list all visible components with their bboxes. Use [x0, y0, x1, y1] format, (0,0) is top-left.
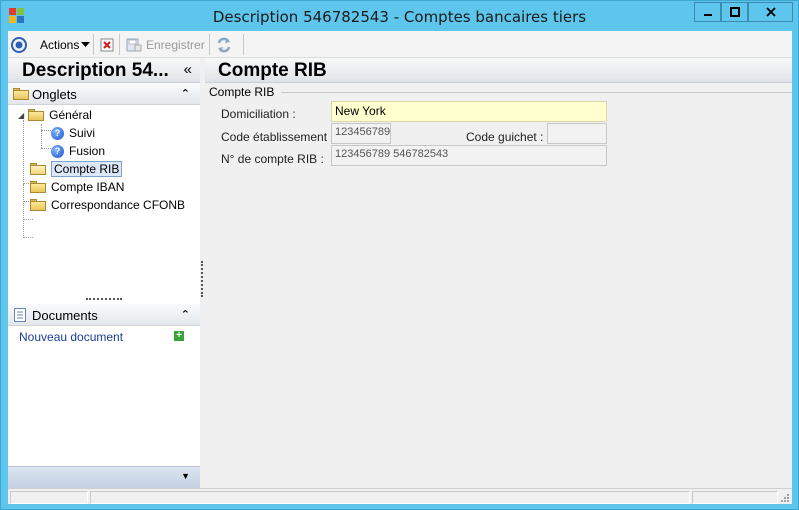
left-panel-header: Description 54... « [8, 58, 200, 83]
resize-grip-icon[interactable] [780, 493, 790, 503]
group-box-label: Compte RIB [209, 85, 275, 99]
navigation-button[interactable] [11, 35, 27, 55]
delete-icon [100, 38, 114, 52]
group-box-divider [281, 92, 792, 93]
code-guichet-label: Code guichet : [466, 130, 544, 144]
toolbar-separator [93, 34, 94, 55]
left-panel-title: Description 54... [22, 60, 169, 81]
vertical-splitter-handle[interactable] [201, 261, 203, 297]
documents-section-title: Documents [32, 308, 98, 323]
help-icon: ? [51, 126, 64, 140]
delete-button[interactable] [100, 35, 114, 55]
onglets-section-title: Onglets [32, 87, 77, 102]
horizontal-splitter-handle[interactable] [86, 298, 122, 300]
document-icon [14, 308, 26, 322]
code-etablissement-label: Code établissement : [221, 130, 334, 144]
tree-item-label: Correspondance CFONB [51, 198, 186, 212]
onglets-section-header[interactable]: Onglets ⌃ [8, 83, 200, 105]
minimize-button[interactable] [694, 2, 721, 22]
maximize-icon [729, 7, 740, 17]
folder-icon [30, 181, 46, 193]
folder-icon [30, 199, 46, 211]
folder-icon [13, 88, 29, 100]
domiciliation-field[interactable]: New York [331, 101, 607, 122]
save-button[interactable]: Enregistrer [126, 35, 205, 55]
close-icon [765, 7, 776, 17]
domiciliation-label: Domiciliation : [221, 107, 296, 121]
tree-item-suivi[interactable]: ? Suivi [51, 124, 95, 142]
tree-item-compte-rib[interactable]: Compte RIB [30, 160, 123, 178]
window-title: Description 546782543 - Comptes bancaire… [212, 8, 587, 26]
status-cell [692, 491, 778, 504]
tree-item-label: Compte IBAN [51, 180, 125, 194]
collapse-section-icon[interactable]: ⌃ [181, 87, 190, 100]
expand-toggle-icon[interactable]: ◢ [18, 111, 24, 120]
add-icon[interactable]: + [174, 331, 184, 341]
tree-item-compte-iban[interactable]: Compte IBAN [30, 178, 124, 196]
minimize-icon [703, 14, 712, 16]
save-label: Enregistrer [146, 38, 205, 52]
tree-item-label: Général [49, 108, 92, 122]
close-button[interactable] [748, 2, 793, 22]
code-etablissement-field[interactable]: 123456789 [331, 123, 391, 144]
toolbar-separator [209, 34, 210, 55]
status-cell [10, 491, 88, 504]
refresh-icon [217, 37, 231, 53]
collapse-section-icon[interactable]: ⌃ [181, 308, 190, 321]
tree-item-general[interactable]: ◢ Général [18, 106, 92, 124]
actions-menu-button[interactable]: Actions [40, 35, 91, 55]
toolbar-separator [243, 34, 244, 55]
main-content: Compte RIB Compte RIB Domiciliation : Ne… [205, 58, 792, 488]
new-document-link[interactable]: Nouveau document [19, 330, 123, 344]
collapse-panel-button[interactable]: « [184, 61, 192, 78]
target-circle-icon [11, 37, 27, 53]
code-guichet-field[interactable] [547, 123, 607, 144]
folder-icon [28, 109, 45, 121]
dropdown-arrow-icon [81, 42, 91, 47]
left-navigation-panel: Description 54... « Onglets ⌃ ◢ Général … [8, 58, 200, 488]
application-window: Description 546782543 - Comptes bancaire… [0, 0, 799, 510]
maximize-button[interactable] [721, 2, 748, 22]
tree-item-correspondance-cfonb[interactable]: Correspondance CFONB [30, 196, 185, 214]
tree-item-label: Suivi [69, 126, 96, 140]
chevron-down-icon[interactable]: ▼ [181, 471, 190, 481]
tree-item-label: Compte RIB [51, 161, 123, 177]
page-title: Compte RIB [218, 60, 327, 81]
numero-compte-label: N° de compte RIB : [221, 152, 324, 166]
status-bar [8, 488, 792, 504]
save-icon [126, 38, 142, 52]
client-area: Actions Enregistrer Description 54... « … [8, 31, 792, 504]
status-cell [90, 491, 690, 504]
actions-label: Actions [40, 38, 80, 52]
tree-item-label: Fusion [69, 144, 106, 158]
toolbar: Actions Enregistrer [8, 31, 792, 58]
numero-compte-field[interactable]: 123456789 546782543 [331, 145, 607, 166]
help-icon: ? [51, 144, 64, 158]
tree-item-fusion[interactable]: ? Fusion [51, 142, 105, 160]
documents-section-header[interactable]: Documents ⌃ [8, 304, 200, 326]
title-bar[interactable]: Description 546782543 - Comptes bancaire… [1, 1, 798, 31]
toolbar-separator [119, 34, 120, 55]
left-panel-footer: ▼ [8, 466, 200, 488]
open-folder-icon [30, 163, 46, 175]
refresh-button[interactable] [216, 35, 232, 55]
main-header: Compte RIB [205, 58, 792, 83]
